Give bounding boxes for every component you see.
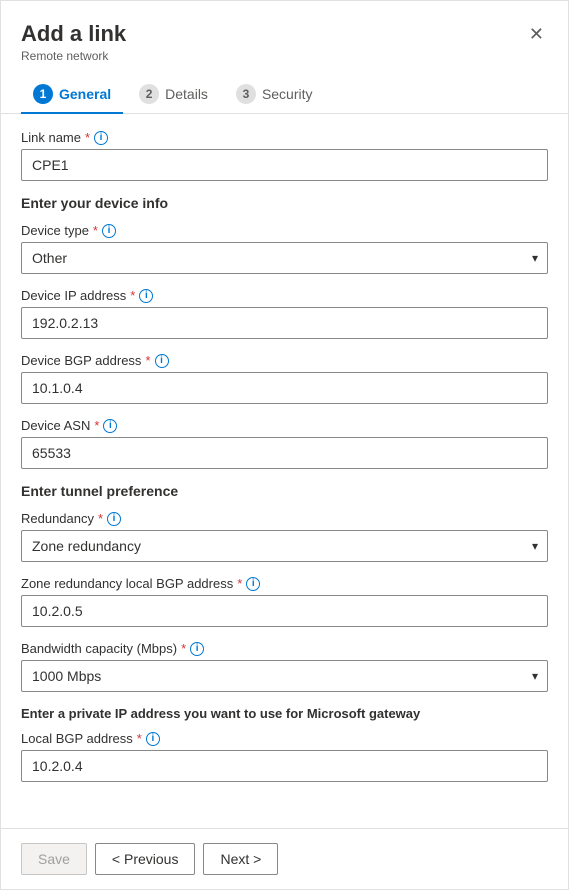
tab-general-label: General	[59, 86, 111, 102]
device-type-info-icon[interactable]: i	[102, 224, 116, 238]
device-bgp-info-icon[interactable]: i	[155, 354, 169, 368]
tab-security-label: Security	[262, 86, 313, 102]
dialog-footer: Save < Previous Next >	[1, 828, 568, 889]
device-type-group: Device type * i Other Cisco Palo Alto Fo…	[21, 223, 548, 274]
tab-details-number: 2	[139, 84, 159, 104]
device-bgp-label: Device BGP address * i	[21, 353, 548, 368]
redundancy-label: Redundancy * i	[21, 511, 548, 526]
previous-button[interactable]: < Previous	[95, 843, 196, 875]
tab-bar: 1 General 2 Details 3 Security	[1, 63, 568, 114]
link-name-group: Link name * i	[21, 130, 548, 181]
device-info-section-title: Enter your device info	[21, 195, 548, 211]
device-ip-input[interactable]	[21, 307, 548, 339]
device-asn-info-icon[interactable]: i	[103, 419, 117, 433]
local-bgp-input[interactable]	[21, 750, 548, 782]
tunnel-section-title: Enter tunnel preference	[21, 483, 548, 499]
close-button[interactable]: ✕	[525, 21, 548, 47]
redundancy-select[interactable]: Zone redundancy No redundancy	[21, 530, 548, 562]
local-bgp-group: Local BGP address * i	[21, 731, 548, 782]
tab-general-number: 1	[33, 84, 53, 104]
local-bgp-required: *	[137, 731, 142, 746]
device-type-required: *	[93, 223, 98, 238]
redundancy-group: Redundancy * i Zone redundancy No redund…	[21, 511, 548, 562]
bandwidth-label: Bandwidth capacity (Mbps) * i	[21, 641, 548, 656]
device-asn-group: Device ASN * i	[21, 418, 548, 469]
device-ip-required: *	[130, 288, 135, 303]
bandwidth-select-wrapper: 500 Mbps 1000 Mbps 2000 Mbps 5000 Mbps ▾	[21, 660, 548, 692]
link-name-info-icon[interactable]: i	[94, 131, 108, 145]
device-bgp-group: Device BGP address * i	[21, 353, 548, 404]
device-ip-group: Device IP address * i	[21, 288, 548, 339]
device-ip-label: Device IP address * i	[21, 288, 548, 303]
dialog-header: Add a link Remote network ✕	[1, 1, 568, 63]
device-ip-info-icon[interactable]: i	[139, 289, 153, 303]
device-asn-label: Device ASN * i	[21, 418, 548, 433]
device-type-select[interactable]: Other Cisco Palo Alto Fortinet Check Poi…	[21, 242, 548, 274]
tab-security[interactable]: 3 Security	[224, 76, 325, 114]
redundancy-info-icon[interactable]: i	[107, 512, 121, 526]
device-type-label: Device type * i	[21, 223, 548, 238]
zone-bgp-required: *	[237, 576, 242, 591]
tab-general[interactable]: 1 General	[21, 76, 123, 114]
device-asn-input[interactable]	[21, 437, 548, 469]
device-type-select-wrapper: Other Cisco Palo Alto Fortinet Check Poi…	[21, 242, 548, 274]
next-button[interactable]: Next >	[203, 843, 278, 875]
dialog-title: Add a link	[21, 21, 126, 47]
device-asn-required: *	[94, 418, 99, 433]
bandwidth-required: *	[181, 641, 186, 656]
bandwidth-select[interactable]: 500 Mbps 1000 Mbps 2000 Mbps 5000 Mbps	[21, 660, 548, 692]
redundancy-select-wrapper: Zone redundancy No redundancy ▾	[21, 530, 548, 562]
redundancy-required: *	[98, 511, 103, 526]
link-name-label: Link name * i	[21, 130, 548, 145]
zone-bgp-info-icon[interactable]: i	[246, 577, 260, 591]
private-ip-section-title: Enter a private IP address you want to u…	[21, 706, 548, 721]
form-content: Link name * i Enter your device info Dev…	[1, 114, 568, 828]
dialog-subtitle: Remote network	[21, 49, 126, 63]
device-bgp-input[interactable]	[21, 372, 548, 404]
tab-details-label: Details	[165, 86, 208, 102]
link-name-required: *	[85, 130, 90, 145]
link-name-input[interactable]	[21, 149, 548, 181]
tab-details[interactable]: 2 Details	[127, 76, 220, 114]
zone-bgp-group: Zone redundancy local BGP address * i	[21, 576, 548, 627]
bandwidth-group: Bandwidth capacity (Mbps) * i 500 Mbps 1…	[21, 641, 548, 692]
bandwidth-info-icon[interactable]: i	[190, 642, 204, 656]
local-bgp-label: Local BGP address * i	[21, 731, 548, 746]
header-text: Add a link Remote network	[21, 21, 126, 63]
save-button[interactable]: Save	[21, 843, 87, 875]
device-bgp-required: *	[145, 353, 150, 368]
local-bgp-info-icon[interactable]: i	[146, 732, 160, 746]
zone-bgp-label: Zone redundancy local BGP address * i	[21, 576, 548, 591]
zone-bgp-input[interactable]	[21, 595, 548, 627]
add-link-dialog: Add a link Remote network ✕ 1 General 2 …	[0, 0, 569, 890]
tab-security-number: 3	[236, 84, 256, 104]
